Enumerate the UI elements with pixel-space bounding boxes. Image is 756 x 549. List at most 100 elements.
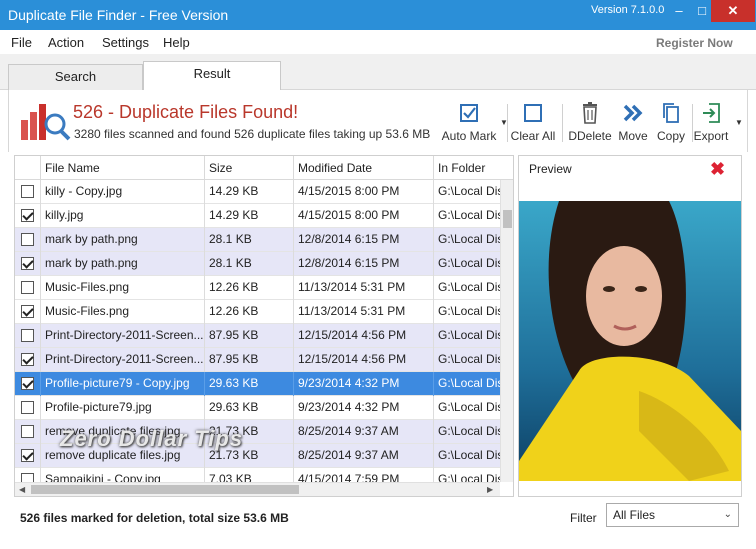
export-dropdown-icon[interactable]: ▼ (735, 118, 743, 127)
modified-date-cell: 12/8/2014 6:15 PM (294, 252, 434, 276)
row-checkbox[interactable] (21, 401, 34, 414)
table-row[interactable]: killy - Copy.jpg 14.29 KB 4/15/2015 8:00 P… (15, 180, 500, 204)
menu-settings[interactable]: Settings (102, 35, 149, 50)
filter-dropdown[interactable]: All Files ⌄ (606, 503, 739, 527)
folder-cell: G:\Local Disk (438, 376, 500, 390)
file-name-cell: Profile-picture79.jpg (41, 396, 205, 420)
move-label: Move (618, 129, 648, 143)
row-checkbox[interactable] (21, 185, 34, 198)
select-cell (15, 252, 41, 276)
folder-cell: G:\Local Disk (438, 400, 500, 414)
select-cell (15, 396, 41, 420)
table-row[interactable]: Print-Directory-2011-Screen... 87.95 KB 12… (15, 324, 500, 348)
row-checkbox[interactable] (21, 377, 34, 390)
file-size-cell: 28.1 KB (205, 252, 294, 276)
select-column-header (15, 156, 41, 180)
scroll-left-icon[interactable]: ◀ (19, 485, 25, 494)
modified-date-cell: 12/8/2014 6:15 PM (294, 228, 434, 252)
vertical-scroll-thumb[interactable] (503, 210, 512, 228)
trash-icon (583, 102, 597, 124)
select-cell (15, 372, 41, 396)
marked-files-status: 526 files marked for deletion, total siz… (20, 511, 289, 525)
ddelete-label: DDelete (568, 129, 612, 143)
copy-label: Copy (656, 129, 685, 143)
vertical-scrollbar[interactable] (500, 180, 513, 482)
tab-search[interactable]: Search (8, 64, 143, 90)
column-header-in-folder[interactable]: In Folder (434, 156, 500, 180)
table-row[interactable]: mark by path.png 28.1 KB 12/8/2014 6:15 PM… (15, 252, 500, 276)
column-header-file-name[interactable]: File Name (41, 156, 205, 180)
close-window-button[interactable]: ✕ (711, 0, 755, 22)
folder-cell: G:\Local Disk (438, 184, 500, 198)
select-cell (15, 348, 41, 372)
move-button[interactable]: Move (615, 102, 651, 143)
file-size-cell: 14.29 KB (205, 180, 294, 204)
file-size-cell: 87.95 KB (205, 348, 294, 372)
folder-cell: G:\Local Disk (438, 232, 500, 246)
file-size-cell: 29.63 KB (205, 372, 294, 396)
scroll-right-icon[interactable]: ▶ (487, 485, 493, 494)
row-checkbox[interactable] (21, 257, 34, 270)
file-name-cell: killy.jpg (41, 204, 205, 228)
duplicate-finder-logo-icon (21, 104, 71, 141)
table-row[interactable]: mark by path.png 28.1 KB 12/8/2014 6:15 PM… (15, 228, 500, 252)
row-checkbox[interactable] (21, 449, 34, 462)
file-name-cell: Profile-picture79 - Copy.jpg (41, 372, 205, 396)
table-header: File Name Size Modified Date In Folder (15, 156, 513, 180)
table-row[interactable]: killy.jpg 14.29 KB 4/15/2015 8:00 PM G:\Loc… (15, 204, 500, 228)
auto-mark-button[interactable]: Auto Mark (440, 102, 498, 143)
select-cell (15, 324, 41, 348)
row-checkbox[interactable] (21, 329, 34, 342)
file-name-cell: Print-Directory-2011-Screen... (41, 348, 205, 372)
export-icon (703, 103, 720, 123)
table-row[interactable]: Music-Files.png 12.26 KB 11/13/2014 5:31 P… (15, 300, 500, 324)
modified-date-cell: 8/25/2014 9:37 AM (294, 444, 434, 468)
copy-button[interactable]: Copy (653, 102, 689, 143)
preview-close-icon[interactable]: ✖ (710, 159, 725, 180)
file-name-cell: Print-Directory-2011-Screen... (41, 324, 205, 348)
menu-help[interactable]: Help (163, 35, 190, 50)
menu-file[interactable]: File (11, 35, 32, 50)
window-title: Duplicate File Finder - Free Version (8, 7, 229, 23)
file-name-cell: killy - Copy.jpg (41, 180, 205, 204)
column-header-size[interactable]: Size (205, 156, 294, 180)
tab-result[interactable]: Result (143, 61, 281, 91)
horizontal-scrollbar[interactable]: ◀ ▶ (15, 482, 500, 496)
row-checkbox[interactable] (21, 209, 34, 222)
modified-date-cell: 9/23/2014 4:32 PM (294, 372, 434, 396)
select-cell (15, 228, 41, 252)
modified-date-cell: 4/15/2015 8:00 PM (294, 204, 434, 228)
folder-cell: G:\Local Disk (438, 424, 500, 438)
auto-mark-icon (460, 104, 478, 122)
preview-title: Preview (529, 162, 572, 176)
filter-label: Filter (570, 511, 597, 525)
clear-all-button[interactable]: Clear All (509, 102, 557, 143)
row-checkbox[interactable] (21, 353, 34, 366)
scan-summary-text: 3280 files scanned and found 526 duplica… (74, 127, 431, 141)
column-header-modified-date[interactable]: Modified Date (294, 156, 434, 180)
row-checkbox[interactable] (21, 425, 34, 438)
row-checkbox[interactable] (21, 281, 34, 294)
register-now-link[interactable]: Register Now (656, 36, 733, 50)
menu-action[interactable]: Action (48, 35, 84, 50)
export-button[interactable]: Export (693, 102, 729, 143)
file-name-cell: Music-Files.png (41, 300, 205, 324)
filter-selected-value: All Files (613, 508, 656, 522)
modified-date-cell: 11/13/2014 5:31 PM (294, 276, 434, 300)
version-label: Version 7.1.0.0 (591, 4, 665, 16)
modified-date-cell: 12/15/2014 4:56 PM (294, 324, 434, 348)
row-checkbox[interactable] (21, 233, 34, 246)
select-cell (15, 300, 41, 324)
folder-cell: G:\Local Disk (438, 280, 500, 294)
clear-all-label: Clear All (510, 129, 556, 143)
ddelete-button[interactable]: DDelete (566, 102, 614, 143)
select-cell (15, 420, 41, 444)
table-row[interactable]: Print-Directory-2011-Screen... 87.95 KB 12… (15, 348, 500, 372)
table-row[interactable]: Music-Files.png 12.26 KB 11/13/2014 5:31 P… (15, 276, 500, 300)
table-row[interactable]: Profile-picture79 - Copy.jpg 29.63 KB 9/23… (15, 372, 500, 396)
tab-strip: Search Result (0, 54, 756, 91)
table-row[interactable]: Profile-picture79.jpg 29.63 KB 9/23/2014 4… (15, 396, 500, 420)
file-name-cell: mark by path.png (41, 228, 205, 252)
row-checkbox[interactable] (21, 305, 34, 318)
horizontal-scroll-thumb[interactable] (31, 485, 299, 494)
